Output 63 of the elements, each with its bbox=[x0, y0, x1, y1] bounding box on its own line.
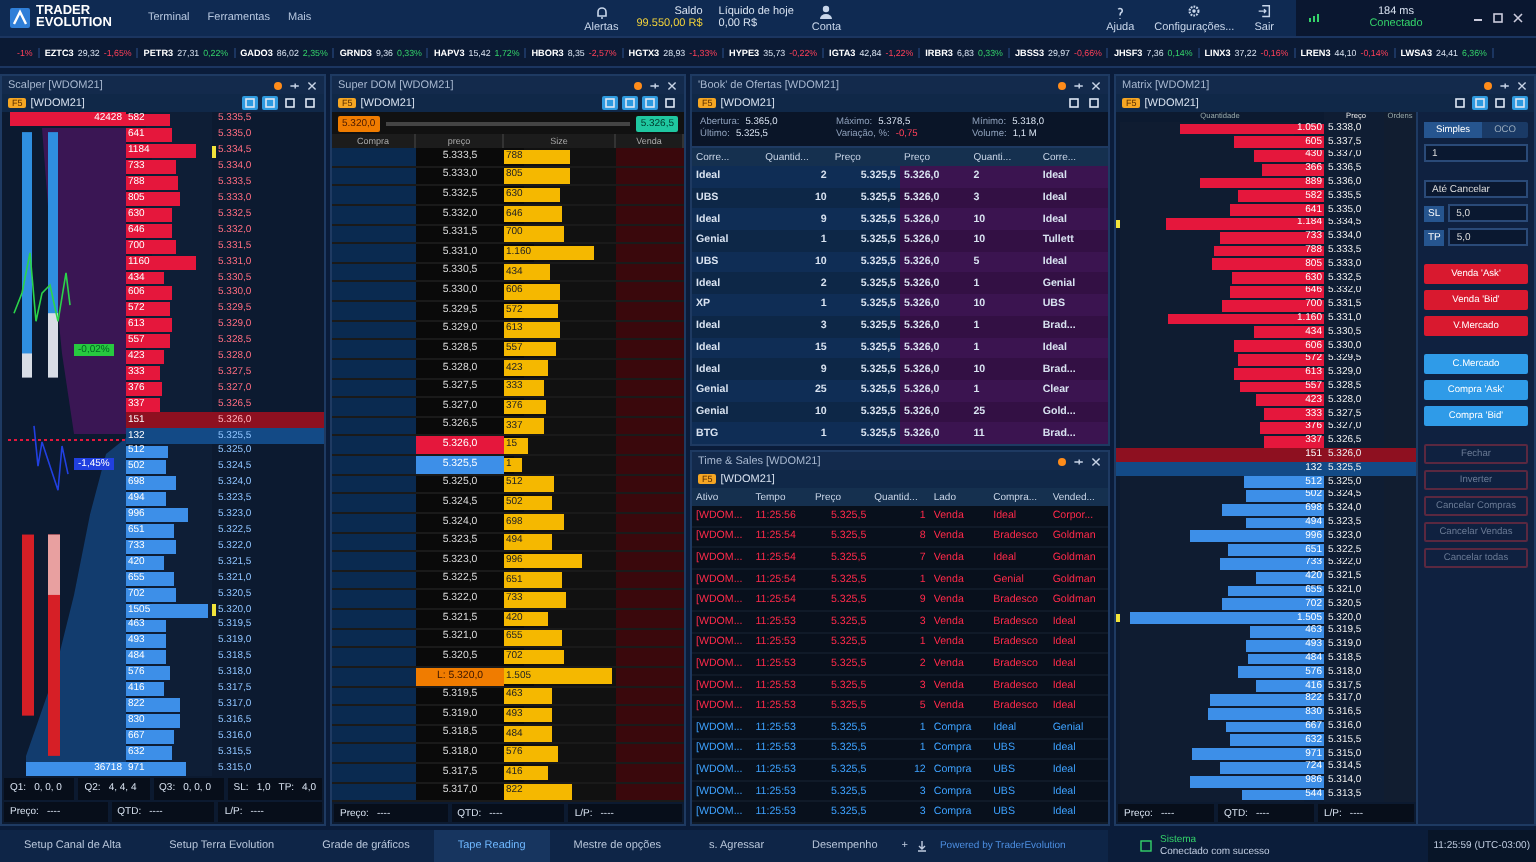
status-dot-icon bbox=[634, 81, 642, 89]
exit-icon bbox=[1256, 3, 1273, 19]
signal-icon bbox=[1308, 12, 1320, 24]
spread-line bbox=[8, 438, 126, 441]
status-dot-icon bbox=[1058, 81, 1066, 89]
buy-cell[interactable] bbox=[332, 398, 416, 416]
sell-cell[interactable] bbox=[616, 706, 684, 724]
buy-cell[interactable] bbox=[332, 744, 416, 762]
gear-icon bbox=[1186, 3, 1203, 19]
sell-cell[interactable] bbox=[616, 436, 684, 454]
logo-icon bbox=[8, 6, 32, 30]
status-dot-icon bbox=[1058, 457, 1066, 465]
buy-cell[interactable] bbox=[332, 340, 416, 358]
buy-cell[interactable] bbox=[332, 494, 416, 512]
buy-cell[interactable] bbox=[332, 436, 416, 454]
pin-icon[interactable] bbox=[1072, 79, 1084, 91]
buy-cell[interactable] bbox=[332, 302, 416, 320]
price-line bbox=[13, 252, 71, 323]
buy-cell[interactable] bbox=[332, 186, 416, 204]
buy-cell[interactable] bbox=[332, 244, 416, 262]
sell-cell[interactable] bbox=[616, 764, 684, 782]
sell-cell[interactable] bbox=[616, 590, 684, 608]
buy-cell[interactable] bbox=[332, 610, 416, 628]
close-icon[interactable] bbox=[1090, 455, 1102, 467]
close-icon[interactable] bbox=[1512, 12, 1524, 24]
pin-icon[interactable] bbox=[288, 79, 300, 91]
status-dot-icon bbox=[1484, 81, 1492, 89]
sell-cell[interactable] bbox=[616, 398, 684, 416]
sell-cell[interactable] bbox=[616, 148, 684, 166]
buy-cell[interactable] bbox=[332, 456, 416, 474]
bell-icon bbox=[593, 3, 610, 19]
status-icon bbox=[1140, 840, 1152, 852]
user-icon bbox=[818, 3, 835, 19]
close-icon[interactable] bbox=[1516, 79, 1528, 91]
sell-cell[interactable] bbox=[616, 610, 684, 628]
sell-cell[interactable] bbox=[616, 494, 684, 512]
close-icon[interactable] bbox=[666, 79, 678, 91]
buy-cell[interactable] bbox=[332, 282, 416, 300]
buy-cell[interactable] bbox=[332, 590, 416, 608]
download-icon[interactable] bbox=[915, 840, 928, 852]
sell-cell[interactable] bbox=[616, 282, 684, 300]
sell-cell[interactable] bbox=[616, 340, 684, 358]
sell-cell[interactable] bbox=[616, 456, 684, 474]
sell-cell[interactable] bbox=[616, 648, 684, 666]
price-line bbox=[33, 425, 69, 492]
restore-icon[interactable] bbox=[1492, 12, 1504, 24]
buy-cell[interactable] bbox=[332, 706, 416, 724]
buy-cell[interactable] bbox=[332, 148, 416, 166]
pin-icon[interactable] bbox=[1498, 79, 1510, 91]
buy-cell[interactable] bbox=[332, 648, 416, 666]
sell-cell[interactable] bbox=[616, 244, 684, 262]
close-icon[interactable] bbox=[1090, 79, 1102, 91]
sell-cell[interactable] bbox=[616, 744, 684, 762]
buy-cell[interactable] bbox=[332, 764, 416, 782]
sell-cell[interactable] bbox=[616, 302, 684, 320]
pin-icon[interactable] bbox=[1072, 455, 1084, 467]
sell-cell[interactable] bbox=[616, 552, 684, 570]
sell-cell[interactable] bbox=[616, 186, 684, 204]
help-icon bbox=[1112, 3, 1129, 19]
pin-icon[interactable] bbox=[648, 79, 660, 91]
close-icon[interactable] bbox=[306, 79, 318, 91]
buy-cell[interactable] bbox=[332, 552, 416, 570]
status-dot-icon bbox=[274, 81, 282, 89]
